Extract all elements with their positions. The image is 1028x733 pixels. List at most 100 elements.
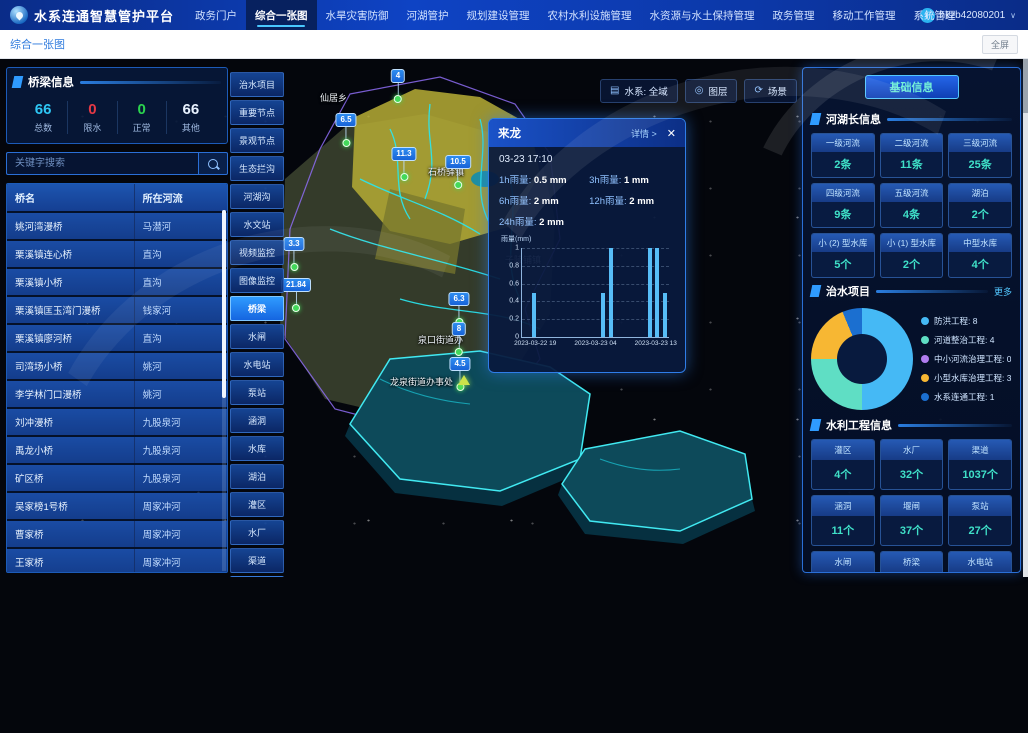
- card-value: 66个: [881, 572, 943, 573]
- layer-item-4[interactable]: 河湖沟: [230, 184, 284, 209]
- station-marker[interactable]: 21.84: [281, 278, 311, 312]
- nav-item-2[interactable]: 水旱灾害防御: [317, 0, 398, 30]
- nav-item-1[interactable]: 综合一张图: [246, 0, 317, 30]
- chart-y-tick: 0.4: [509, 298, 519, 305]
- table-row[interactable]: 刘冲漫桥九股泉河: [7, 409, 227, 435]
- table-row[interactable]: 矿区桥九股泉河: [7, 465, 227, 491]
- close-icon[interactable]: ✕: [667, 127, 676, 140]
- legend-dot-icon: [921, 336, 929, 344]
- table-row[interactable]: 司湾场小桥姚河: [7, 353, 227, 379]
- layer-item-3[interactable]: 生态拦沟: [230, 156, 284, 181]
- table-row[interactable]: 姚河湾漫桥马潜河: [7, 213, 227, 239]
- card-label: 水厂: [881, 440, 943, 460]
- layer-item-6[interactable]: 视频监控: [230, 240, 284, 265]
- layer-item-13[interactable]: 水库: [230, 436, 284, 461]
- legend-label: 小型水库治理工程: 3: [934, 372, 1011, 384]
- layer-item-0[interactable]: 治水项目: [230, 72, 284, 97]
- rain-metric: 12h雨量: 2 mm: [589, 193, 675, 207]
- nav-item-3[interactable]: 河湖管护: [398, 0, 458, 30]
- nav-item-8[interactable]: 移动工作管理: [824, 0, 905, 30]
- layer-item-12[interactable]: 涵洞: [230, 408, 284, 433]
- fullscreen-button[interactable]: 全屏: [982, 35, 1018, 54]
- search-button[interactable]: [198, 152, 228, 175]
- panel-title: 桥梁信息: [28, 74, 74, 90]
- legend-item: 中小河流治理工程: 0: [921, 353, 1011, 365]
- layer-item-15[interactable]: 灌区: [230, 492, 284, 517]
- table-row[interactable]: 栗溪镇廖河桥直沟: [7, 325, 227, 351]
- layer-item-7[interactable]: 图像监控: [230, 268, 284, 293]
- legend-label: 河道整治工程: 4: [934, 334, 994, 346]
- layer-item-14[interactable]: 湖泊: [230, 464, 284, 489]
- nav-item-7[interactable]: 政务管理: [764, 0, 824, 30]
- water-drop-logo-icon: [10, 6, 28, 24]
- card-value: 2条: [812, 152, 874, 177]
- legend-item: 水系连通工程: 1: [921, 391, 1011, 403]
- table-row[interactable]: 曹家桥周家冲河: [7, 521, 227, 547]
- page-scroll-thumb[interactable]: [1023, 59, 1028, 113]
- breadcrumb[interactable]: 综合一张图: [10, 36, 65, 52]
- page-scrollbar[interactable]: [1023, 59, 1028, 577]
- nav-item-5[interactable]: 农村水利设施管理: [539, 0, 641, 30]
- map-control-layers[interactable]: ▤水系: 全域: [600, 79, 678, 103]
- layer-item-1[interactable]: 重要节点: [230, 100, 284, 125]
- nav-item-6[interactable]: 水资源与水土保持管理: [641, 0, 764, 30]
- marker-pin-icon: [292, 304, 300, 312]
- station-marker[interactable]: 6.5: [335, 113, 356, 147]
- nav-item-4[interactable]: 规划建设管理: [458, 0, 539, 30]
- card-label: 一级河流: [812, 134, 874, 152]
- info-card: 中型水库4个: [948, 233, 1012, 278]
- table-row[interactable]: 栗溪镇小桥直沟: [7, 269, 227, 295]
- station-marker[interactable]: 3.3: [283, 237, 304, 271]
- layer-item-8[interactable]: 桥梁: [230, 296, 284, 321]
- layer-item-5[interactable]: 水文站: [230, 212, 284, 237]
- search-input[interactable]: [6, 152, 198, 175]
- layer-item-17[interactable]: 渠道: [230, 548, 284, 573]
- station-marker[interactable]: 11.3: [391, 147, 416, 181]
- info-card: 五级河流4条: [880, 183, 944, 228]
- table-row[interactable]: 王家桥周家冲河: [7, 549, 227, 573]
- rain-metric: 24h雨量: 2 mm: [499, 214, 589, 228]
- site-marker-icon[interactable]: [458, 375, 470, 385]
- table-scroll-thumb[interactable]: [222, 210, 226, 398]
- layer-item-9[interactable]: 水闸: [230, 324, 284, 349]
- station-marker[interactable]: 8: [452, 322, 466, 356]
- bridge-name-cell: 栗溪镇连心桥: [7, 241, 134, 267]
- table-row[interactable]: 栗溪镇匡玉湾门漫桥钱家河: [7, 297, 227, 323]
- map-controls: ▤水系: 全域 ◎图层⟳场景: [600, 79, 797, 103]
- layer-item-16[interactable]: 水厂: [230, 520, 284, 545]
- bridge-name-cell: 吴家榜1号桥: [7, 493, 134, 519]
- station-marker[interactable]: 6.3: [448, 292, 469, 326]
- bridge-stat: 66其他: [166, 101, 215, 134]
- table-scrollbar[interactable]: [222, 210, 226, 571]
- more-link[interactable]: 更多: [994, 285, 1012, 298]
- layer-item-11[interactable]: 泵站: [230, 380, 284, 405]
- metric-value: 1 mm: [624, 175, 649, 186]
- legend-icon: ◎: [695, 86, 704, 96]
- layer-item-2[interactable]: 景观节点: [230, 128, 284, 153]
- section-marker-icon: [810, 419, 822, 431]
- bridge-name-cell: 姚河湾漫桥: [7, 213, 134, 239]
- table-row[interactable]: 吴家榜1号桥周家冲河: [7, 493, 227, 519]
- chart-bar: [532, 293, 536, 338]
- chart-bar: [648, 248, 652, 337]
- map-control-label: 场景: [768, 84, 787, 98]
- section-rivers-title: 河湖长信息: [826, 111, 881, 127]
- station-marker[interactable]: 4.5: [449, 357, 470, 391]
- rain-metric: 1h雨量: 0.5 mm: [499, 172, 589, 186]
- tab-basic-info[interactable]: 基础信息: [865, 75, 959, 99]
- marker-pin-icon: [454, 181, 462, 189]
- map-control-scene[interactable]: ⟳场景: [744, 79, 796, 103]
- card-value: 1037个: [949, 460, 1011, 489]
- station-marker[interactable]: 4: [391, 69, 405, 103]
- table-row[interactable]: 李学林门口漫桥姚河: [7, 381, 227, 407]
- nav-item-0[interactable]: 政务门户: [186, 0, 246, 30]
- nav-item-9[interactable]: 系统管理: [905, 0, 965, 30]
- river-name-cell: 周家冲河: [134, 549, 227, 573]
- popup-detail-link[interactable]: 详情 >: [631, 127, 657, 140]
- table-row[interactable]: 禹龙小桥九股泉河: [7, 437, 227, 463]
- table-row[interactable]: 栗溪镇连心桥直沟: [7, 241, 227, 267]
- map-control-legend[interactable]: ◎图层: [685, 79, 738, 103]
- bridge-name-cell: 矿区桥: [7, 465, 134, 491]
- layer-item-10[interactable]: 水电站: [230, 352, 284, 377]
- station-marker[interactable]: 10.5: [445, 155, 471, 189]
